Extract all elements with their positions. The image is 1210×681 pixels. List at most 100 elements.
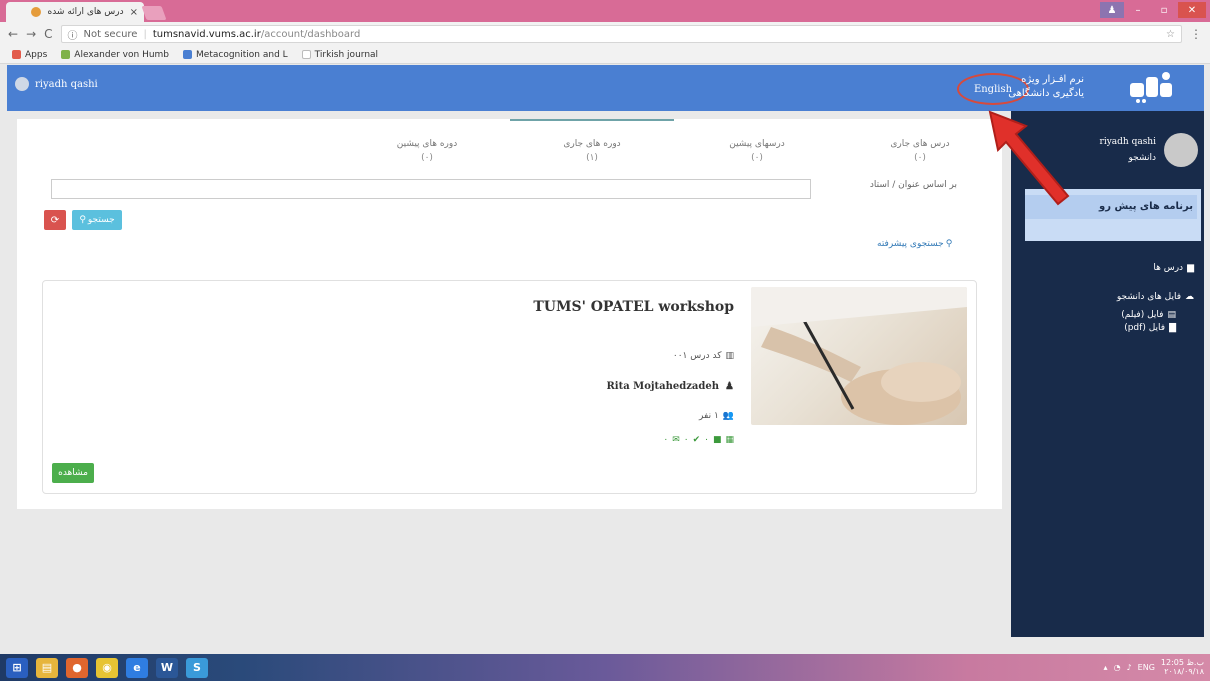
- security-label: Not secure: [83, 28, 138, 40]
- brand-text: نرم افـزار ویژه یادگیری دانشگاهی: [1008, 73, 1084, 101]
- chrome-icon[interactable]: ◉: [96, 657, 118, 678]
- bookmark-turkish-journal[interactable]: Tirkish journal: [301, 50, 378, 60]
- user-icon: ♟: [725, 381, 734, 392]
- stat-value: ۰: [663, 435, 669, 445]
- tray-arrow-icon[interactable]: ▴: [1104, 663, 1108, 672]
- sidebar-menu: ▆ درس ها ☁ فایل های دانشجو ▤ فایل (فیلم)…: [1117, 261, 1194, 335]
- new-tab-button[interactable]: [141, 6, 167, 20]
- course-stats: ۰ ✉ ۰ ✔ ۰ ■ ▦: [663, 435, 734, 445]
- avatar: [1164, 133, 1198, 167]
- apps-icon: [12, 50, 21, 59]
- stat-value: ۰: [683, 435, 689, 445]
- film-icon: ▤: [1167, 310, 1176, 320]
- bookmark-star-icon[interactable]: ☆: [1166, 29, 1175, 40]
- course-code: ▥ کد درس ۰۰۱: [672, 351, 734, 361]
- internet-explorer-icon[interactable]: e: [126, 657, 148, 678]
- avatar: [15, 77, 29, 91]
- info-icon[interactable]: ⓘ: [68, 27, 78, 42]
- course-title[interactable]: TUMS' OPATEL workshop: [533, 299, 734, 315]
- active-tab-indicator: [510, 119, 674, 121]
- course-tabs: درس های جاری (۰) درسهای پیشین (۰) دوره ه…: [17, 119, 1002, 163]
- search-label: بر اساس عنوان / استاد: [869, 180, 957, 190]
- globe-icon: [183, 50, 193, 59]
- volume-icon[interactable]: ♪: [1127, 663, 1132, 672]
- check-icon[interactable]: ✔: [693, 435, 701, 445]
- brand-logo-icon[interactable]: [1126, 71, 1176, 105]
- sidebar-user[interactable]: riyadh qashi دانشجو: [1100, 133, 1198, 167]
- red-arrow-annotation: [988, 110, 1070, 206]
- sidebar-user-role: دانشجو: [1128, 153, 1156, 163]
- skype-icon[interactable]: S: [186, 657, 208, 678]
- tab-close-icon[interactable]: ×: [130, 7, 138, 18]
- tab-previous-workshops[interactable]: دوره های پیشین (۰): [362, 137, 492, 165]
- sidebar-item-pdf-files[interactable]: ▇ فایل (pdf): [1117, 322, 1176, 335]
- course-thumbnail[interactable]: [751, 287, 967, 425]
- bookmark-apps[interactable]: Apps: [12, 50, 47, 60]
- bookmark-metacognition[interactable]: Metacognition and L: [183, 50, 288, 60]
- calendar-icon[interactable]: ▦: [725, 435, 734, 445]
- address-bar-row: ← → C ⓘ Not secure | tumsnavid.vums.ac.i…: [0, 22, 1210, 46]
- search-icon: ⚲: [79, 215, 86, 225]
- sidebar-item-student-files[interactable]: ☁ فایل های دانشجو: [1117, 290, 1194, 305]
- header-user-name: riyadh qashi: [35, 78, 98, 90]
- header-user[interactable]: riyadh qashi: [15, 77, 98, 91]
- minimize-icon[interactable]: –: [1126, 2, 1150, 18]
- users-icon: 👥: [722, 411, 734, 421]
- window-controls: ♟ – ▫ ✕: [1100, 2, 1206, 18]
- view-button[interactable]: مشاهده: [52, 463, 94, 483]
- course-teacher: Rita Mojtahedzadeh ♟: [606, 381, 734, 392]
- menu-icon[interactable]: ⋮: [1190, 27, 1202, 41]
- forward-icon[interactable]: →: [26, 27, 36, 41]
- sidebar-user-name: riyadh qashi: [1099, 137, 1156, 147]
- sidebar-item-courses[interactable]: ▆ درس ها: [1117, 261, 1194, 276]
- browser-tab-strip: × درس های ارائه شده ♟ – ▫ ✕: [0, 0, 1210, 22]
- favicon-icon: [31, 7, 42, 17]
- bookmarks-bar: Apps Alexander von Humb Metacognition an…: [0, 46, 1210, 64]
- maximize-icon[interactable]: ▫: [1152, 2, 1176, 18]
- network-icon[interactable]: ◔: [1114, 663, 1121, 672]
- barcode-icon: ▥: [725, 351, 734, 361]
- tab-current-workshops[interactable]: دوره های جاری (۱): [527, 137, 657, 165]
- file-explorer-icon[interactable]: ▤: [36, 657, 58, 678]
- main-content: درس های جاری (۰) درسهای پیشین (۰) دوره ه…: [17, 119, 1002, 509]
- reload-icon[interactable]: C: [44, 27, 52, 41]
- profile-icon[interactable]: ♟: [1100, 2, 1124, 18]
- search-icon: ⚲: [945, 239, 953, 249]
- page-icon: [301, 50, 311, 59]
- firefox-icon[interactable]: ●: [66, 657, 88, 678]
- stat-value: ۰: [704, 435, 709, 445]
- system-tray: ▴ ◔ ♪ ENG 12:05 ب.ظ ۲۰۱۸/۰۹/۱۸: [1104, 658, 1204, 676]
- tab-title: درس های ارائه شده: [47, 7, 124, 17]
- advanced-search-link[interactable]: ⚲ جستجوی پیشرفته: [877, 239, 952, 249]
- brand-line-2: یادگیری دانشگاهی: [1008, 88, 1084, 99]
- search-button[interactable]: ⚲ جستجو: [72, 210, 122, 230]
- back-icon[interactable]: ←: [8, 27, 18, 41]
- reset-button[interactable]: ⟳: [44, 210, 66, 230]
- language-indicator[interactable]: ENG: [1138, 663, 1155, 672]
- student-files-submenu: ▤ فایل (فیلم) ▇ فایل (pdf): [1117, 309, 1194, 335]
- tab-current-courses[interactable]: درس های جاری (۰): [855, 137, 985, 165]
- cloud-icon: ☁: [1185, 292, 1194, 302]
- browser-tab[interactable]: × درس های ارائه شده: [6, 2, 144, 22]
- bookmark-humboldt[interactable]: Alexander von Humb: [61, 50, 169, 60]
- file-icon: ▇: [1169, 323, 1176, 333]
- leaf-icon: [61, 50, 71, 59]
- search-input[interactable]: [51, 179, 811, 199]
- url-host: tumsnavid.vums.ac.ir: [152, 28, 261, 40]
- course-members: 👥 ۱ نفر: [699, 411, 734, 421]
- book-icon: ▆: [1187, 263, 1194, 273]
- folder-icon[interactable]: ■: [713, 435, 722, 445]
- sidebar-item-video-files[interactable]: ▤ فایل (فیلم): [1117, 309, 1176, 322]
- brand-line-1: نرم افـزار ویژه: [1021, 74, 1084, 85]
- writing-hand-image: [751, 287, 967, 425]
- course-card: TUMS' OPATEL workshop ▥ کد درس ۰۰۱ Rita …: [42, 280, 977, 494]
- refresh-icon: ⟳: [50, 214, 60, 226]
- windows-start-icon[interactable]: ⊞: [6, 657, 28, 678]
- word-icon[interactable]: W: [156, 657, 178, 678]
- envelope-icon[interactable]: ✉: [672, 435, 680, 445]
- windows-taskbar: ⊞ ▤ ● ◉ e W S ▴ ◔ ♪ ENG 12:05 ب.ظ ۲۰۱۸/۰…: [0, 654, 1210, 681]
- tab-previous-courses[interactable]: درسهای پیشین (۰): [692, 137, 822, 165]
- close-window-icon[interactable]: ✕: [1178, 2, 1206, 18]
- clock[interactable]: 12:05 ب.ظ ۲۰۱۸/۰۹/۱۸: [1161, 658, 1204, 676]
- url-input[interactable]: ⓘ Not secure | tumsnavid.vums.ac.ir/acco…: [60, 25, 1182, 43]
